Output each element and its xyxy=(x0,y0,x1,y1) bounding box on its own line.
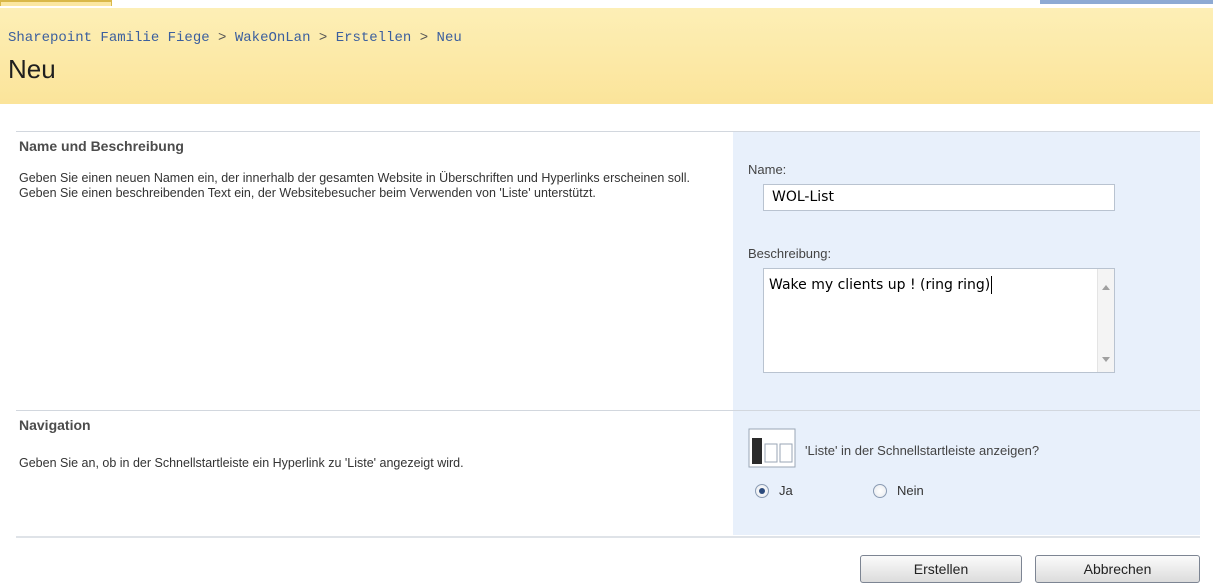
text-caret xyxy=(991,276,993,294)
navigation-panel xyxy=(733,411,1200,535)
breadcrumb-link-site[interactable]: Sharepoint Familie Fiege xyxy=(8,30,210,46)
top-tab-strip xyxy=(0,0,112,6)
radio-yes-label: Ja xyxy=(779,483,793,498)
description-label: Beschreibung: xyxy=(748,246,832,261)
footer-divider xyxy=(16,536,1200,538)
radio-no-label: Nein xyxy=(897,483,924,498)
radio-option-yes[interactable]: Ja xyxy=(755,483,793,498)
radio-option-no[interactable]: Nein xyxy=(873,483,924,498)
page-title: Neu xyxy=(8,54,56,84)
section-title-name: Name und Beschreibung xyxy=(19,138,184,154)
breadcrumb: Sharepoint Familie Fiege > WakeOnLan > E… xyxy=(8,30,462,46)
page-header: Sharepoint Familie Fiege > WakeOnLan > E… xyxy=(0,8,1213,104)
radio-no-button[interactable] xyxy=(873,483,887,498)
breadcrumb-current: Neu xyxy=(436,30,462,46)
name-label: Name: xyxy=(748,162,787,177)
top-right-bar xyxy=(1040,0,1213,4)
radio-yes-button[interactable] xyxy=(755,483,769,498)
breadcrumb-separator: > xyxy=(318,30,328,46)
textarea-scrollbar[interactable] xyxy=(1097,269,1114,372)
description-text: Wake my clients up ! (ring ring) xyxy=(769,277,991,293)
scroll-down-icon[interactable] xyxy=(1102,357,1110,362)
breadcrumb-link-erstellen[interactable]: Erstellen xyxy=(336,30,412,46)
section-description-navigation: Geben Sie an, ob in der Schnellstartleis… xyxy=(19,456,464,470)
description-textarea[interactable]: Wake my clients up ! (ring ring) xyxy=(763,268,1115,373)
breadcrumb-separator: > xyxy=(419,30,429,46)
create-button[interactable]: Erstellen xyxy=(860,555,1022,583)
cancel-button[interactable]: Abbrechen xyxy=(1035,555,1200,583)
breadcrumb-link-wakeonlan[interactable]: WakeOnLan xyxy=(235,30,311,46)
breadcrumb-separator: > xyxy=(218,30,227,46)
quicklaunch-question: 'Liste' in der Schnellstartleiste anzeig… xyxy=(805,443,1040,458)
quicklaunch-icon xyxy=(748,428,796,468)
section-title-navigation: Navigation xyxy=(19,417,91,433)
section-description-name: Geben Sie einen neuen Namen ein, der inn… xyxy=(19,171,690,200)
scroll-up-icon[interactable] xyxy=(1102,285,1110,290)
name-input[interactable]: WOL-List xyxy=(763,184,1115,211)
